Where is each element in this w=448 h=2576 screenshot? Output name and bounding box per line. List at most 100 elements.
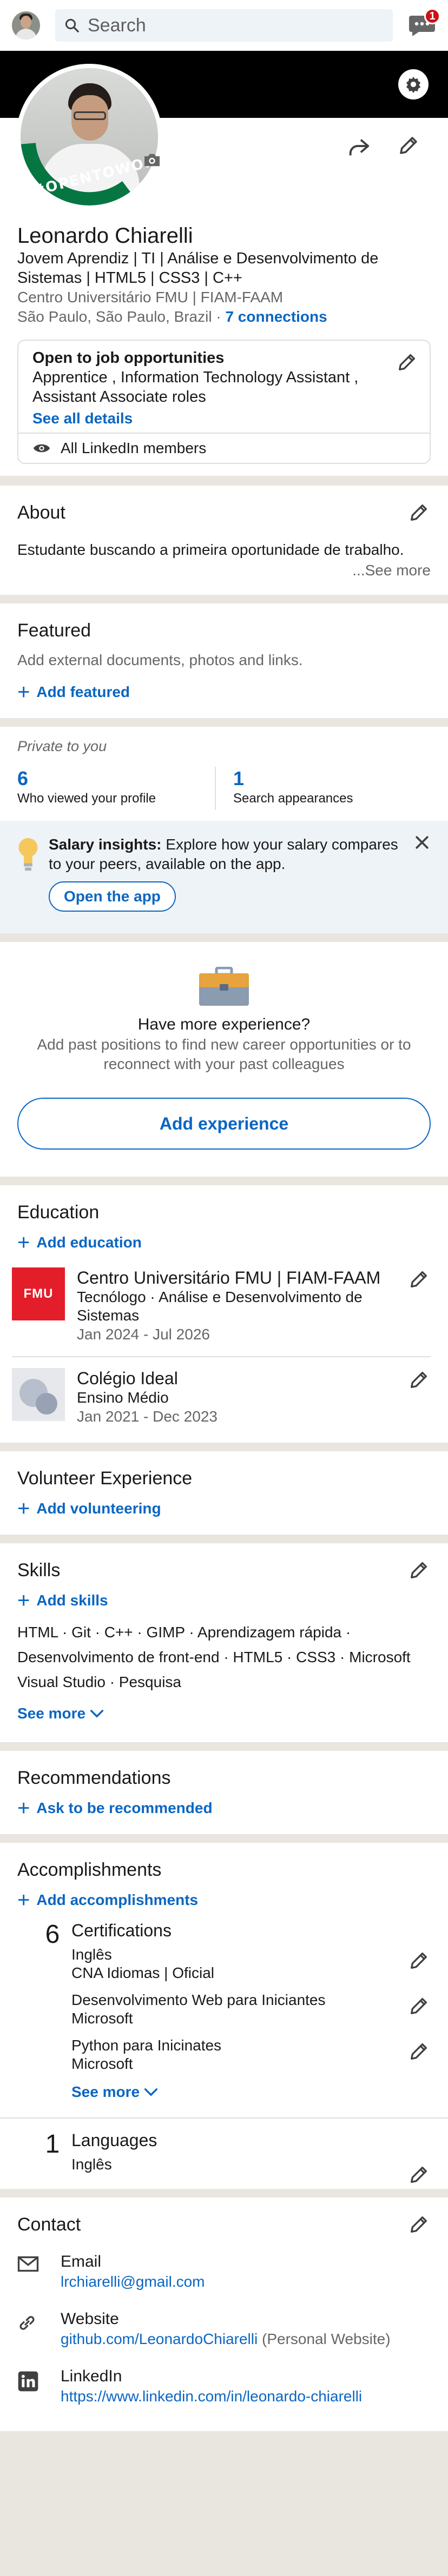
add-education-button[interactable]: + Add education: [17, 1232, 431, 1253]
language-name: Inglês: [71, 2156, 112, 2173]
contact-section: Contact Email lrchiarelli@gmail.com Webs…: [0, 2197, 448, 2431]
pencil-icon[interactable]: [408, 1950, 430, 1971]
camera-icon[interactable]: [143, 152, 164, 170]
pencil-icon[interactable]: [408, 1559, 430, 1581]
languages-count: 1: [45, 2130, 60, 2159]
certification-name: Python para Inicinates: [71, 2037, 222, 2054]
contact-label: LinkedIn: [61, 2367, 122, 2385]
featured-section: Featured Add external documents, photos …: [0, 603, 448, 718]
otw-title: Open to job opportunities: [32, 349, 225, 367]
pencil-icon[interactable]: [408, 502, 430, 523]
pencil-icon[interactable]: [408, 1995, 430, 2017]
settings-button[interactable]: [398, 69, 429, 99]
add-featured-label: Add featured: [36, 683, 130, 700]
skills-see-more[interactable]: See more: [17, 1700, 431, 1727]
salary-text: Salary insights: Explore how your salary…: [49, 835, 431, 874]
private-label: Private to you: [17, 738, 107, 754]
search-bar[interactable]: Search: [55, 9, 393, 42]
plus-icon: +: [17, 1888, 30, 1912]
search-input[interactable]: Search: [88, 15, 146, 36]
certification-org: Microsoft: [71, 2010, 133, 2027]
skills-section: Skills + Add skills HTML · Git · C++ · G…: [0, 1543, 448, 1742]
education-item[interactable]: Colégio Ideal Ensino Médio Jan 2021 - De…: [12, 1356, 431, 1438]
languages-title: Languages: [71, 2130, 157, 2150]
close-icon[interactable]: [414, 835, 430, 850]
volunteer-section: Volunteer Experience + Add volunteering: [0, 1451, 448, 1535]
add-skills-button[interactable]: + Add skills: [17, 1590, 431, 1611]
separator-dot: ·: [216, 308, 221, 325]
add-accomplishments-button[interactable]: + Add accomplishments: [17, 1889, 431, 1911]
about-see-more[interactable]: ...See more: [17, 560, 431, 581]
top-bar: Search 1: [0, 0, 448, 51]
salary-insights-banner: Salary insights: Explore how your salary…: [0, 821, 448, 933]
share-icon[interactable]: [346, 136, 371, 158]
about-text: Estudante buscando a primeira oportunida…: [17, 541, 404, 558]
plus-icon: +: [17, 1497, 30, 1521]
email-link[interactable]: lrchiarelli@gmail.com: [61, 2272, 205, 2292]
certification-item[interactable]: Python para Inicinates Microsoft: [71, 2033, 431, 2079]
volunteer-title: Volunteer Experience: [17, 1468, 193, 1489]
lightbulb-icon: [17, 836, 39, 874]
certification-item[interactable]: Desenvolvimento Web para Iniciantes Micr…: [71, 1988, 431, 2033]
school-logo: [12, 1368, 65, 1421]
accomplishments-title: Accomplishments: [17, 1860, 162, 1880]
analytics-value: 6: [17, 767, 29, 789]
accomplishments-section: Accomplishments + Add accomplishments 6 …: [0, 1843, 448, 2189]
mail-icon: [17, 2252, 39, 2292]
pencil-icon[interactable]: [397, 134, 420, 157]
analytics-section: Private to you 6 Who viewed your profile…: [0, 727, 448, 933]
recommendations-section: Recommendations + Ask to be recommended: [0, 1751, 448, 1834]
profile-name: Leonardo Chiarelli: [17, 224, 193, 248]
open-to-work-card: Open to job opportunities Apprentice , I…: [17, 340, 431, 464]
about-title: About: [17, 502, 65, 523]
profile-education-line: Centro Universitário FMU | FIAM-FAAM: [17, 289, 284, 306]
pencil-icon[interactable]: [396, 351, 418, 373]
pencil-icon[interactable]: [408, 2041, 430, 2062]
profile-location-line: São Paulo, São Paulo, Brazil · 7 connect…: [17, 307, 431, 327]
pencil-icon[interactable]: [408, 1269, 430, 1290]
skills-list: HTML · Git · C++ · GIMP · Aprendizagem r…: [17, 1624, 411, 1690]
add-featured-button[interactable]: + Add featured: [17, 681, 431, 703]
plus-icon: +: [17, 1796, 30, 1820]
plus-icon: +: [17, 1231, 30, 1254]
chevron-down-icon: [144, 2088, 158, 2096]
analytics-profile-views[interactable]: 6 Who viewed your profile: [17, 767, 215, 810]
add-volunteering-button[interactable]: + Add volunteering: [17, 1498, 431, 1519]
link-icon: [17, 2309, 39, 2349]
open-app-button[interactable]: Open the app: [49, 881, 176, 912]
education-school: Centro Universitário FMU | FIAM-FAAM: [77, 1268, 381, 1287]
education-item[interactable]: FMU Centro Universitário FMU | FIAM-FAAM…: [12, 1257, 431, 1356]
otw-visibility-label: All LinkedIn members: [61, 440, 207, 456]
notification-badge: 1: [424, 8, 440, 24]
education-degree: Tecnólogo · Análise e Desenvolvimento de…: [77, 1289, 363, 1324]
pencil-icon[interactable]: [408, 2164, 430, 2186]
certification-name: Inglês: [71, 1946, 112, 1963]
language-item[interactable]: Inglês: [71, 2152, 431, 2185]
contact-linkedin: LinkedIn https://www.linkedin.com/in/leo…: [17, 2359, 431, 2416]
contact-website: Website github.com/LeonardoChiarelli (Pe…: [17, 2301, 431, 2359]
pencil-icon[interactable]: [408, 2214, 430, 2235]
experience-text: Add past positions to find new career op…: [37, 1036, 411, 1072]
profile-photo[interactable]: #OPENTOWORK: [16, 64, 169, 210]
certification-item[interactable]: Inglês CNA Idiomas | Oficial: [71, 1942, 431, 1988]
eye-icon: [32, 442, 51, 454]
linkedin-link[interactable]: https://www.linkedin.com/in/leonardo-chi…: [61, 2387, 362, 2406]
languages-group: 1 Languages Inglês: [17, 2128, 431, 2185]
contact-label: Website: [61, 2310, 119, 2328]
ask-recommendation-button[interactable]: + Ask to be recommended: [17, 1797, 431, 1819]
briefcase-icon: [198, 967, 250, 1007]
add-experience-button[interactable]: Add experience: [17, 1098, 431, 1150]
contact-email: Email lrchiarelli@gmail.com: [17, 2244, 431, 2301]
analytics-label: Who viewed your profile: [17, 791, 156, 806]
website-link[interactable]: github.com/LeonardoChiarelli: [61, 2331, 258, 2347]
certifications-see-more[interactable]: See more: [71, 2079, 431, 2106]
profile-card: #OPENTOWORK Leonardo Chiarelli Jovem Apr…: [0, 51, 448, 476]
user-avatar[interactable]: [12, 11, 40, 39]
see-all-details-link[interactable]: See all details: [32, 407, 416, 430]
see-more-label: See more: [71, 2083, 140, 2100]
messages-button[interactable]: 1: [408, 8, 440, 37]
analytics-search-appearances[interactable]: 1 Search appearances: [215, 767, 431, 810]
certifications-count: 6: [45, 1920, 60, 1949]
connections-link[interactable]: 7 connections: [225, 308, 327, 325]
pencil-icon[interactable]: [408, 1369, 430, 1391]
